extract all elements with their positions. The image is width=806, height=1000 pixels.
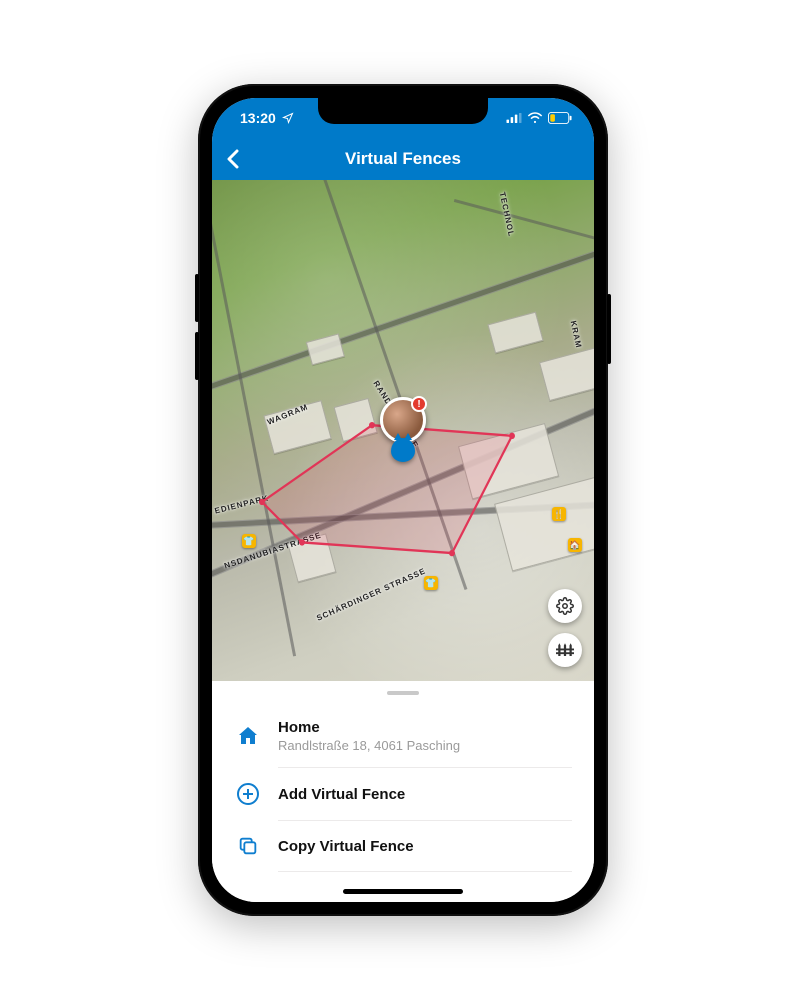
add-fence-row[interactable]: Add Virtual Fence: [212, 768, 594, 820]
gear-icon: [556, 597, 574, 615]
header-bar: Virtual Fences: [212, 138, 594, 180]
power-button: [607, 294, 611, 364]
home-icon: [236, 724, 260, 748]
map-float-buttons: [548, 589, 582, 667]
status-time: 13:20: [240, 110, 276, 126]
add-fence-label: Add Virtual Fence: [278, 786, 405, 803]
chevron-left-icon: [226, 149, 240, 169]
bottom-sheet[interactable]: Home Randlstraße 18, 4061 Pasching Add V…: [212, 681, 594, 902]
battery-icon: [548, 112, 572, 124]
map-view[interactable]: WAGRAM RANDLSTRASSE SCHÄRDINGER STRASSE …: [212, 180, 594, 681]
fence-title: Home: [278, 719, 460, 736]
alert-badge: !: [411, 396, 427, 412]
screen: 13:20 Virtual Fences: [212, 98, 594, 902]
pet-marker-icon: [391, 438, 415, 462]
poi-icon: 👕: [424, 576, 438, 590]
plus-circle-icon: [236, 782, 260, 806]
page-title: Virtual Fences: [345, 149, 461, 169]
fence-address: Randlstraße 18, 4061 Pasching: [278, 738, 460, 753]
divider: [278, 871, 572, 872]
phone-frame: 13:20 Virtual Fences: [198, 84, 608, 916]
pet-avatar-pin[interactable]: !: [380, 397, 426, 443]
cellular-icon: [506, 113, 522, 123]
map-fence-button[interactable]: [548, 633, 582, 667]
sheet-grabber[interactable]: [387, 691, 419, 695]
back-button[interactable]: [226, 149, 240, 169]
poi-icon: 👕: [242, 534, 256, 548]
poi-icon: 🏠: [568, 538, 582, 552]
location-icon: [282, 112, 294, 124]
status-left: 13:20: [240, 110, 294, 126]
home-indicator[interactable]: [343, 889, 463, 894]
copy-fence-row[interactable]: Copy Virtual Fence: [212, 821, 594, 871]
fence-icon: [556, 641, 574, 659]
copy-icon: [237, 835, 259, 857]
copy-fence-label: Copy Virtual Fence: [278, 838, 414, 855]
map-settings-button[interactable]: [548, 589, 582, 623]
fence-row-home[interactable]: Home Randlstraße 18, 4061 Pasching: [212, 705, 594, 767]
poi-icon: 🍴: [552, 507, 566, 521]
status-right: [506, 112, 572, 124]
wifi-icon: [527, 112, 543, 124]
notch: [318, 98, 488, 124]
